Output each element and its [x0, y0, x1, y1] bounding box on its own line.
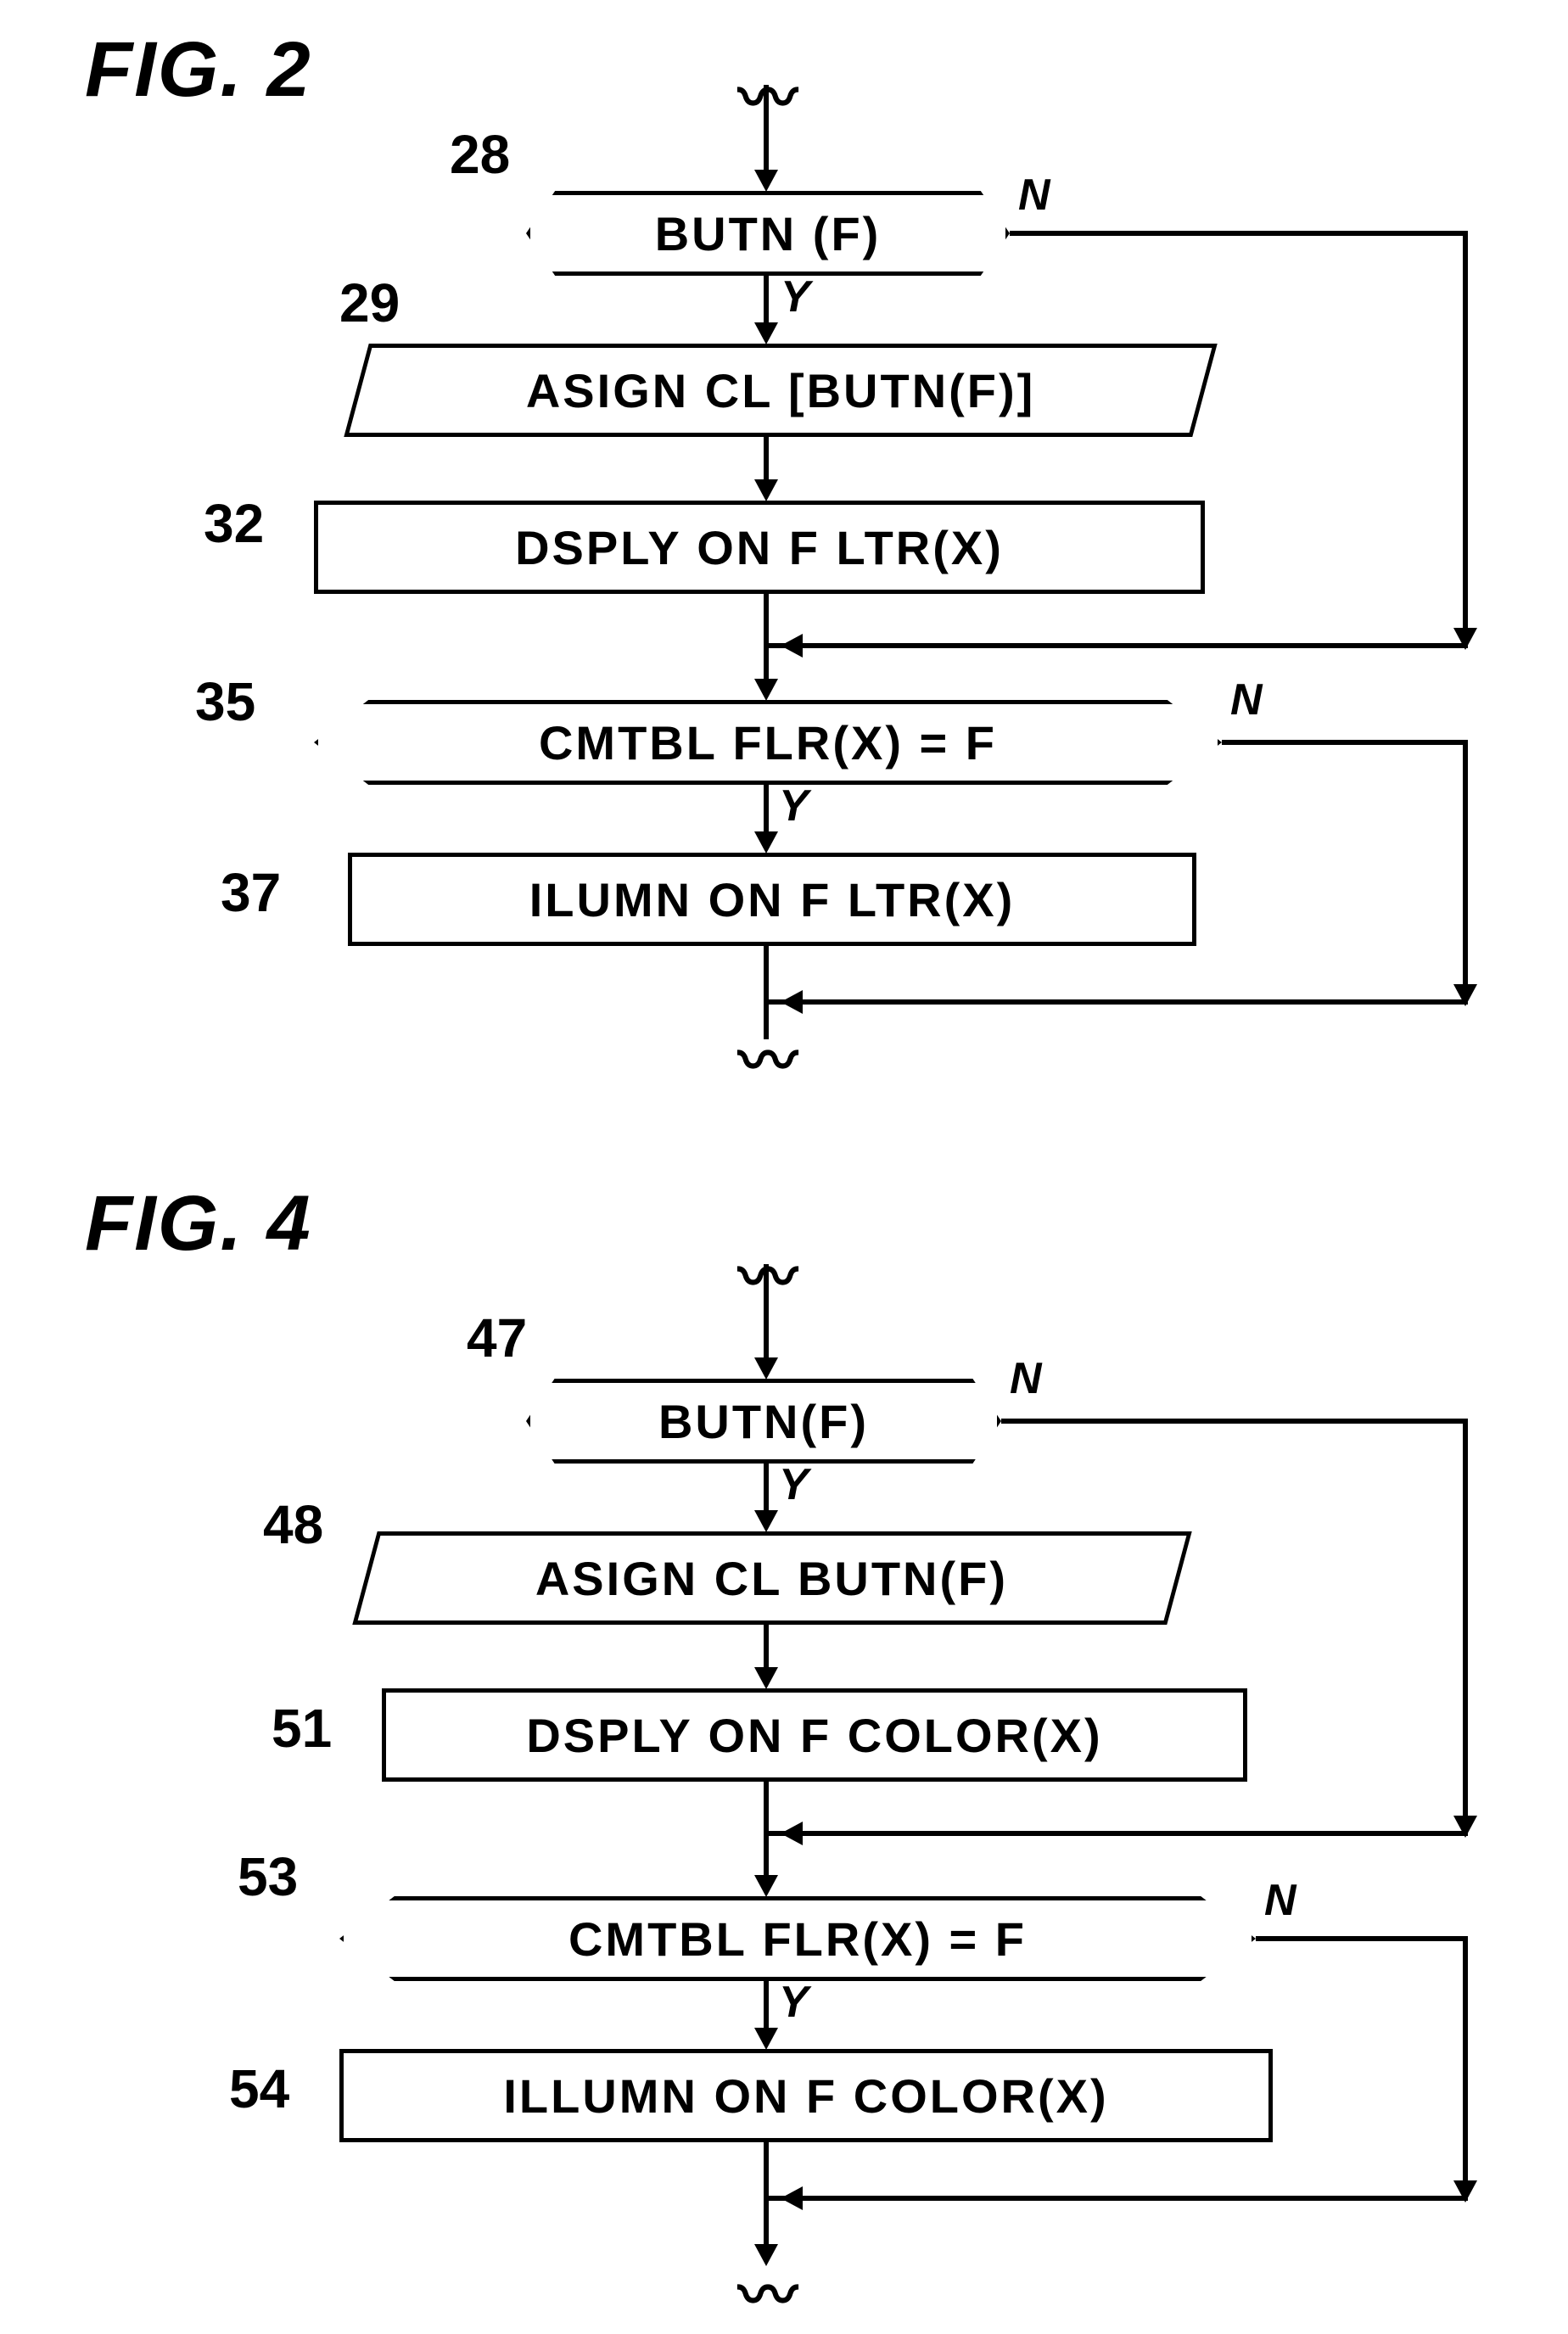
arrow	[764, 999, 1468, 1005]
figure-2-title: FIG. 2	[85, 25, 312, 115]
process-illumn-54: ILLUMN ON F COLOR(X)	[339, 2049, 1273, 2142]
io-asign-cl-48: ASIGN CL BUTN(F)	[352, 1531, 1191, 1625]
decision-text: CMTBL FLR(X) = F	[539, 715, 997, 770]
process-text: DSPLY ON F LTR(X)	[515, 520, 1004, 575]
label-n: N	[1264, 1875, 1296, 1926]
arrow-head	[754, 831, 778, 854]
decision-text: CMTBL FLR(X) = F	[568, 1911, 1027, 1967]
process-ilumn-37: ILUMN ON F LTR(X)	[348, 853, 1196, 946]
arrow	[764, 643, 1468, 648]
process-text: DSPLY ON F COLOR(X)	[526, 1708, 1102, 1763]
label-y: Y	[779, 1459, 809, 1510]
label-y: Y	[779, 1977, 809, 2028]
process-dsply-51: DSPLY ON F COLOR(X)	[382, 1688, 1247, 1782]
arrow	[1463, 1936, 1468, 2189]
arrow-head	[781, 1822, 803, 1845]
exit-squiggle-fig4: 〰	[738, 2248, 798, 2334]
process-dsply-32: DSPLY ON F LTR(X)	[314, 501, 1205, 594]
arrow	[1463, 1419, 1468, 1824]
ref-48: 48	[263, 1493, 323, 1556]
arrow	[1463, 740, 1468, 993]
exit-squiggle-fig2: 〰	[738, 1014, 798, 1100]
arrow-head	[754, 322, 778, 344]
label-n: N	[1018, 170, 1050, 221]
arrow	[764, 594, 769, 687]
arrow	[1010, 231, 1468, 236]
decision-cmtbl-53: CMTBL FLR(X) = F	[339, 1896, 1256, 1981]
decision-text: BUTN (F)	[655, 206, 882, 261]
arrow-head	[781, 2186, 803, 2210]
process-text: ILUMN ON F LTR(X)	[529, 872, 1016, 927]
arrow-head	[754, 679, 778, 701]
arrow	[1222, 740, 1468, 745]
io-asign-cl-29: ASIGN CL [BUTN(F)]	[344, 344, 1217, 437]
ref-47: 47	[467, 1307, 527, 1369]
arrow-head	[754, 479, 778, 501]
label-y: Y	[779, 781, 809, 831]
io-text: ASIGN CL BUTN(F)	[535, 1551, 1008, 1606]
arrow	[764, 85, 769, 178]
ref-51: 51	[272, 1697, 332, 1760]
arrow	[764, 2142, 769, 2253]
process-text: ILLUMN ON F COLOR(X)	[503, 2068, 1108, 2124]
arrow-head	[754, 170, 778, 192]
arrow-head	[754, 2028, 778, 2050]
arrow	[764, 1782, 769, 1883]
io-text: ASIGN CL [BUTN(F)]	[526, 363, 1035, 418]
arrow-head	[754, 1667, 778, 1689]
arrow	[1001, 1419, 1468, 1424]
arrow-head	[754, 1510, 778, 1532]
decision-cmtbl-35: CMTBL FLR(X) = F	[314, 700, 1222, 785]
label-n: N	[1230, 674, 1263, 725]
arrow-head	[754, 1875, 778, 1897]
label-y: Y	[781, 271, 810, 322]
decision-text: BUTN(F)	[658, 1394, 869, 1449]
ref-53: 53	[238, 1845, 298, 1908]
ref-29: 29	[339, 271, 400, 334]
arrow-head	[754, 1357, 778, 1380]
ref-32: 32	[204, 492, 264, 555]
arrow	[764, 2196, 1468, 2201]
ref-54: 54	[229, 2057, 289, 2120]
figure-4-title: FIG. 4	[85, 1179, 312, 1268]
ref-37: 37	[221, 861, 281, 924]
label-n: N	[1010, 1353, 1042, 1404]
arrow-head	[781, 990, 803, 1014]
arrow	[1256, 1936, 1468, 1941]
ref-35: 35	[195, 670, 255, 733]
arrow	[1463, 231, 1468, 636]
arrow-head	[781, 634, 803, 658]
ref-28: 28	[450, 123, 510, 186]
arrow	[764, 1831, 1468, 1836]
arrow	[764, 1264, 769, 1366]
decision-butn-f-28: BUTN (F)	[526, 191, 1010, 276]
decision-butn-f-47: BUTN(F)	[526, 1379, 1001, 1464]
